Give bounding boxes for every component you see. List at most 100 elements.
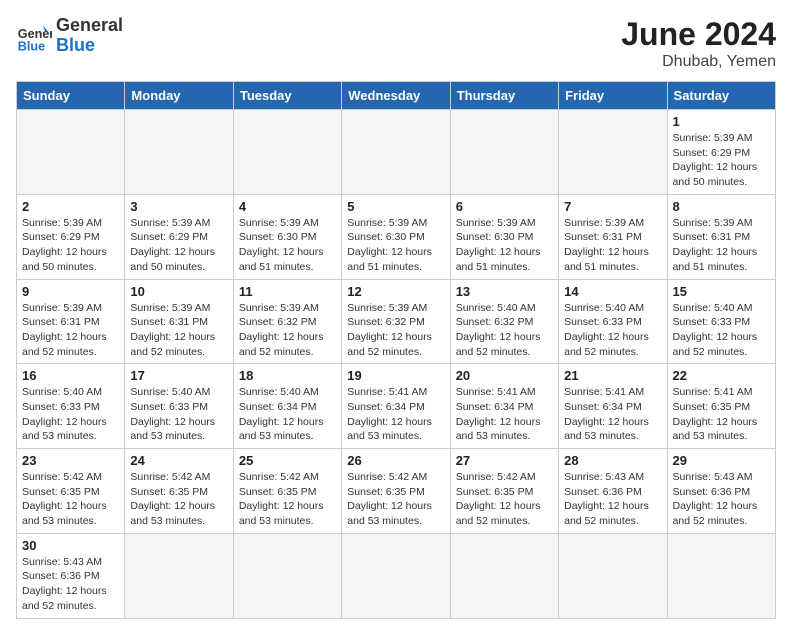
day-cell: 12Sunrise: 5:39 AM Sunset: 6:32 PM Dayli… (342, 279, 450, 364)
week-row-6: 30Sunrise: 5:43 AM Sunset: 6:36 PM Dayli… (17, 533, 776, 618)
day-number: 2 (22, 199, 119, 214)
day-number: 19 (347, 368, 444, 383)
day-info: Sunrise: 5:39 AM Sunset: 6:31 PM Dayligh… (130, 301, 227, 360)
day-info: Sunrise: 5:40 AM Sunset: 6:33 PM Dayligh… (130, 385, 227, 444)
day-number: 27 (456, 453, 553, 468)
day-info: Sunrise: 5:39 AM Sunset: 6:29 PM Dayligh… (673, 131, 770, 190)
header-row: Sunday Monday Tuesday Wednesday Thursday… (17, 82, 776, 110)
day-number: 18 (239, 368, 336, 383)
day-number: 5 (347, 199, 444, 214)
day-cell: 16Sunrise: 5:40 AM Sunset: 6:33 PM Dayli… (17, 364, 125, 449)
title-area: June 2024 Dhubab, Yemen (621, 16, 776, 71)
day-number: 10 (130, 284, 227, 299)
day-number: 29 (673, 453, 770, 468)
day-info: Sunrise: 5:43 AM Sunset: 6:36 PM Dayligh… (22, 555, 119, 614)
day-cell: 22 Sunrise: 5:41 AM Sunset: 6:35 PM Dayli… (667, 364, 775, 449)
day-cell (17, 110, 125, 195)
day-cell (450, 110, 558, 195)
day-cell: 24Sunrise: 5:42 AM Sunset: 6:35 PM Dayli… (125, 449, 233, 534)
day-number: 13 (456, 284, 553, 299)
day-cell (125, 110, 233, 195)
day-cell (342, 110, 450, 195)
day-number: 23 (22, 453, 119, 468)
month-year: June 2024 (621, 16, 776, 53)
day-number: 9 (22, 284, 119, 299)
day-cell: 11Sunrise: 5:39 AM Sunset: 6:32 PM Dayli… (233, 279, 341, 364)
day-cell (233, 110, 341, 195)
day-cell (233, 533, 341, 618)
day-info: Sunrise: 5:42 AM Sunset: 6:35 PM Dayligh… (130, 470, 227, 529)
col-wednesday: Wednesday (342, 82, 450, 110)
day-number: 6 (456, 199, 553, 214)
day-number: 16 (22, 368, 119, 383)
day-cell: 14 Sunrise: 5:40 AM Sunset: 6:33 PM Dayli… (559, 279, 667, 364)
day-cell (125, 533, 233, 618)
day-info: Sunrise: 5:40 AM Sunset: 6:32 PM Dayligh… (456, 301, 553, 360)
col-monday: Monday (125, 82, 233, 110)
day-info: Sunrise: 5:40 AM Sunset: 6:33 PM Dayligh… (673, 301, 770, 360)
day-cell: 6 Sunrise: 5:39 AM Sunset: 6:30 PM Daylig… (450, 194, 558, 279)
day-number: 11 (239, 284, 336, 299)
day-number: 4 (239, 199, 336, 214)
day-number: 21 (564, 368, 661, 383)
day-cell (450, 533, 558, 618)
day-info: Sunrise: 5:41 AM Sunset: 6:34 PM Dayligh… (347, 385, 444, 444)
calendar-table: Sunday Monday Tuesday Wednesday Thursday… (16, 81, 776, 619)
day-cell (559, 533, 667, 618)
day-info: Sunrise: 5:42 AM Sunset: 6:35 PM Dayligh… (239, 470, 336, 529)
day-number: 3 (130, 199, 227, 214)
day-cell: 19 Sunrise: 5:41 AM Sunset: 6:34 PM Dayli… (342, 364, 450, 449)
day-info: Sunrise: 5:41 AM Sunset: 6:34 PM Dayligh… (456, 385, 553, 444)
day-number: 26 (347, 453, 444, 468)
day-info: Sunrise: 5:39 AM Sunset: 6:29 PM Dayligh… (22, 216, 119, 275)
day-cell: 5Sunrise: 5:39 AM Sunset: 6:30 PM Daylig… (342, 194, 450, 279)
day-info: Sunrise: 5:39 AM Sunset: 6:29 PM Dayligh… (130, 216, 227, 275)
day-cell: 21 Sunrise: 5:41 AM Sunset: 6:34 PM Dayli… (559, 364, 667, 449)
day-cell: 13 Sunrise: 5:40 AM Sunset: 6:32 PM Dayli… (450, 279, 558, 364)
location: Dhubab, Yemen (621, 53, 776, 71)
day-cell: 4 Sunrise: 5:39 AM Sunset: 6:30 PM Daylig… (233, 194, 341, 279)
day-cell: 29Sunrise: 5:43 AM Sunset: 6:36 PM Dayli… (667, 449, 775, 534)
col-saturday: Saturday (667, 82, 775, 110)
day-info: Sunrise: 5:39 AM Sunset: 6:31 PM Dayligh… (564, 216, 661, 275)
day-number: 7 (564, 199, 661, 214)
day-info: Sunrise: 5:41 AM Sunset: 6:35 PM Dayligh… (673, 385, 770, 444)
day-number: 28 (564, 453, 661, 468)
day-cell (342, 533, 450, 618)
day-number: 1 (673, 114, 770, 129)
day-info: Sunrise: 5:39 AM Sunset: 6:32 PM Dayligh… (347, 301, 444, 360)
day-cell: 3 Sunrise: 5:39 AM Sunset: 6:29 PM Daylig… (125, 194, 233, 279)
day-cell: 7 Sunrise: 5:39 AM Sunset: 6:31 PM Daylig… (559, 194, 667, 279)
week-row-5: 23 Sunrise: 5:42 AM Sunset: 6:35 PM Dayli… (17, 449, 776, 534)
day-number: 14 (564, 284, 661, 299)
day-cell: 23 Sunrise: 5:42 AM Sunset: 6:35 PM Dayli… (17, 449, 125, 534)
day-cell: 28 Sunrise: 5:43 AM Sunset: 6:36 PM Dayli… (559, 449, 667, 534)
day-info: Sunrise: 5:42 AM Sunset: 6:35 PM Dayligh… (456, 470, 553, 529)
week-row-1: 1 Sunrise: 5:39 AM Sunset: 6:29 PM Daylig… (17, 110, 776, 195)
col-friday: Friday (559, 82, 667, 110)
col-tuesday: Tuesday (233, 82, 341, 110)
day-cell: 27 Sunrise: 5:42 AM Sunset: 6:35 PM Dayli… (450, 449, 558, 534)
day-info: Sunrise: 5:43 AM Sunset: 6:36 PM Dayligh… (564, 470, 661, 529)
day-info: Sunrise: 5:40 AM Sunset: 6:34 PM Dayligh… (239, 385, 336, 444)
day-info: Sunrise: 5:39 AM Sunset: 6:31 PM Dayligh… (22, 301, 119, 360)
day-number: 22 (673, 368, 770, 383)
day-cell (559, 110, 667, 195)
day-info: Sunrise: 5:41 AM Sunset: 6:34 PM Dayligh… (564, 385, 661, 444)
col-sunday: Sunday (17, 82, 125, 110)
day-info: Sunrise: 5:40 AM Sunset: 6:33 PM Dayligh… (564, 301, 661, 360)
day-info: Sunrise: 5:42 AM Sunset: 6:35 PM Dayligh… (22, 470, 119, 529)
day-number: 8 (673, 199, 770, 214)
svg-text:Blue: Blue (18, 39, 45, 53)
day-info: Sunrise: 5:42 AM Sunset: 6:35 PM Dayligh… (347, 470, 444, 529)
header: General Blue General Blue June 2024 Dhub… (16, 16, 776, 71)
day-info: Sunrise: 5:39 AM Sunset: 6:30 PM Dayligh… (456, 216, 553, 275)
day-info: Sunrise: 5:39 AM Sunset: 6:30 PM Dayligh… (239, 216, 336, 275)
day-cell: 25 Sunrise: 5:42 AM Sunset: 6:35 PM Dayli… (233, 449, 341, 534)
logo: General Blue General Blue (16, 16, 123, 56)
day-cell: 18 Sunrise: 5:40 AM Sunset: 6:34 PM Dayli… (233, 364, 341, 449)
day-number: 25 (239, 453, 336, 468)
day-cell: 2 Sunrise: 5:39 AM Sunset: 6:29 PM Daylig… (17, 194, 125, 279)
day-cell: 9 Sunrise: 5:39 AM Sunset: 6:31 PM Daylig… (17, 279, 125, 364)
week-row-2: 2 Sunrise: 5:39 AM Sunset: 6:29 PM Daylig… (17, 194, 776, 279)
